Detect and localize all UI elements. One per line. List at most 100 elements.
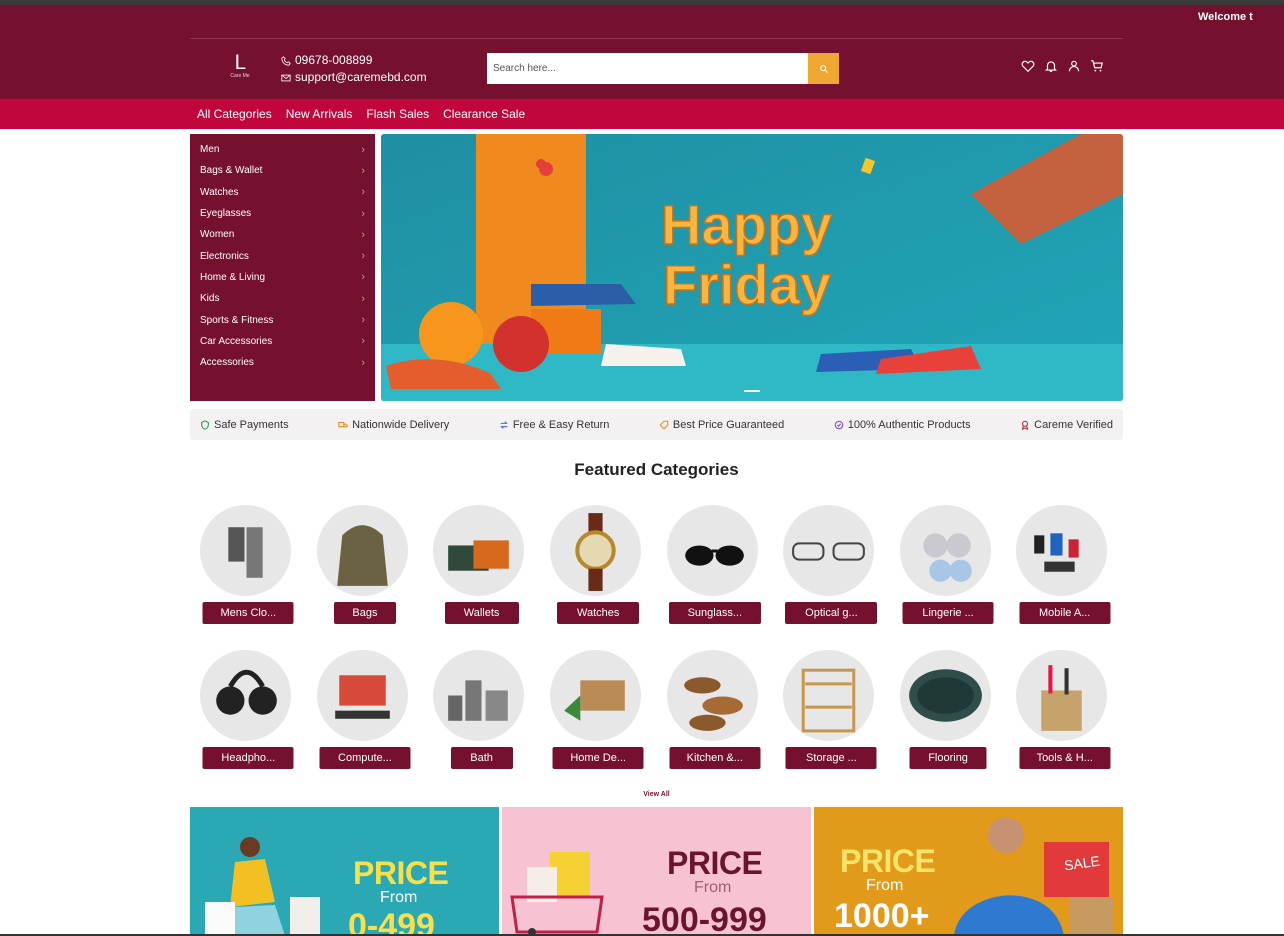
sidebar-item[interactable]: Bags & Wallet › <box>190 160 375 181</box>
bell-icon <box>1044 61 1058 72</box>
category-card[interactable]: Sunglass... <box>657 505 774 650</box>
main-nav: All Categories New Arrivals Flash Sales … <box>0 99 1284 129</box>
category-label: Tools & H... <box>1019 747 1111 769</box>
promo-3-range: 1000+ <box>834 897 930 935</box>
cart-button[interactable] <box>1090 59 1104 73</box>
chevron-right-icon: › <box>361 314 365 327</box>
sidebar-item-label: Watches <box>200 186 239 198</box>
site-header: Welcome t ᒪ Care Me 09678-008899 support… <box>0 5 1284 99</box>
logo-text: Care Me <box>230 73 250 79</box>
badge-icon <box>1021 420 1029 430</box>
sidebar-item[interactable]: Accessories › <box>190 352 375 373</box>
hero-banner[interactable]: Happy Friday <box>381 134 1123 401</box>
category-card[interactable]: Mens Clo... <box>190 505 307 650</box>
sidebar-item-label: Women <box>200 229 235 241</box>
category-label: Headpho... <box>202 747 294 769</box>
check-circle-icon <box>834 420 843 429</box>
promo-1-from: From <box>380 889 418 906</box>
category-card[interactable]: Lingerie ... <box>890 505 1007 650</box>
category-label: Watches <box>557 602 640 624</box>
category-card[interactable]: Bags <box>307 505 424 650</box>
category-card[interactable]: Mobile A... <box>1006 505 1123 650</box>
category-card[interactable]: Flooring <box>890 650 1007 795</box>
category-image <box>783 505 875 596</box>
category-card[interactable]: Optical g... <box>773 505 890 650</box>
category-label: Kitchen &... <box>669 747 761 769</box>
featured-categories-title: Featured Categories <box>574 460 739 479</box>
sidebar-item-label: Eyeglasses <box>200 208 252 220</box>
truck-icon <box>338 421 348 427</box>
chevron-right-icon: › <box>361 164 365 177</box>
account-button[interactable] <box>1067 59 1081 73</box>
category-image <box>1016 650 1108 741</box>
category-image <box>549 650 641 741</box>
category-label: Sunglass... <box>668 602 761 624</box>
welcome-ticker: Welcome t <box>1198 11 1253 23</box>
nav-flash-sales[interactable]: Flash Sales <box>366 107 429 121</box>
category-card[interactable]: Home De... <box>540 650 657 795</box>
sidebar-item-label: Electronics <box>200 250 249 262</box>
category-card[interactable]: Wallets <box>423 505 540 650</box>
sidebar-item[interactable]: Electronics › <box>190 245 375 266</box>
category-label: Bath <box>450 747 513 769</box>
category-card[interactable]: Watches <box>540 505 657 650</box>
promo-1000-plus[interactable]: PRICE From 1000+ SALE <box>814 807 1123 936</box>
category-card[interactable]: Compute... <box>307 650 424 795</box>
phone-line[interactable]: 09678-008899 <box>281 52 427 69</box>
category-card[interactable]: Tools & H... <box>1006 650 1123 795</box>
site-logo[interactable]: ᒪ Care Me <box>222 51 258 85</box>
heart-icon <box>1021 60 1035 73</box>
email-line[interactable]: support@caremebd.com <box>281 69 427 86</box>
sidebar-item[interactable]: Men › <box>190 139 375 160</box>
sidebar-item[interactable]: Kids › <box>190 288 375 309</box>
trust-features-bar: Safe Payments Nationwide Delivery Free &… <box>190 409 1123 440</box>
wishlist-button[interactable] <box>1021 59 1035 73</box>
promo-3-price: PRICE <box>840 843 936 879</box>
category-image <box>666 505 758 596</box>
category-card[interactable]: Storage ... <box>773 650 890 795</box>
promo-0-499[interactable]: PRICE From 0-499 <box>190 807 499 936</box>
promo-1-range: 0-499 <box>348 907 435 936</box>
nav-all-categories[interactable]: All Categories <box>197 107 272 121</box>
view-all-link[interactable]: View All <box>190 791 1123 798</box>
category-image <box>316 505 408 596</box>
sidebar-item[interactable]: Women › <box>190 224 375 245</box>
phone-number: 09678-008899 <box>295 53 373 67</box>
category-label: Storage ... <box>785 747 877 769</box>
search-bar <box>487 53 839 84</box>
chevron-right-icon: › <box>361 271 365 284</box>
category-label: Flooring <box>909 747 987 769</box>
notifications-button[interactable] <box>1044 59 1058 73</box>
promo-2-range: 500-999 <box>642 901 767 936</box>
email-address: support@caremebd.com <box>295 70 427 84</box>
promo-1-price: PRICE <box>353 855 449 891</box>
logo-mark: ᒪ <box>234 50 246 74</box>
category-card[interactable]: Bath <box>423 650 540 795</box>
sidebar-item[interactable]: Car Accessories › <box>190 331 375 352</box>
nav-clearance-sale[interactable]: Clearance Sale <box>443 107 525 121</box>
price-promos: PRICE From 0-499 PRICE From 500-999 PRIC… <box>190 807 1123 936</box>
sidebar-item[interactable]: Watches › <box>190 182 375 203</box>
user-icon <box>1068 60 1080 72</box>
category-label: Mobile A... <box>1019 602 1111 624</box>
sidebar-item[interactable]: Sports & Fitness › <box>190 309 375 330</box>
sidebar-item[interactable]: Home & Living › <box>190 267 375 288</box>
category-card[interactable]: Headpho... <box>190 650 307 795</box>
nav-new-arrivals[interactable]: New Arrivals <box>286 107 353 121</box>
chevron-right-icon: › <box>361 186 365 199</box>
search-button[interactable] <box>808 53 839 84</box>
banner-line-1: Happy <box>661 193 832 256</box>
category-card[interactable]: Kitchen &... <box>657 650 774 795</box>
category-label: Compute... <box>319 747 411 769</box>
chevron-right-icon: › <box>361 356 365 369</box>
feature-authentic: 100% Authentic Products <box>834 419 971 431</box>
category-image <box>433 650 525 741</box>
promo-500-999[interactable]: PRICE From 500-999 <box>502 807 811 936</box>
header-divider <box>190 38 1123 39</box>
search-input[interactable] <box>487 53 808 84</box>
category-image <box>666 650 758 741</box>
category-row-2: Headpho... Compute... Bath Home De... Kitche… <box>190 650 1123 795</box>
sidebar-item[interactable]: Eyeglasses › <box>190 203 375 224</box>
sidebar-item-label: Sports & Fitness <box>200 314 274 326</box>
search-icon <box>819 64 828 73</box>
